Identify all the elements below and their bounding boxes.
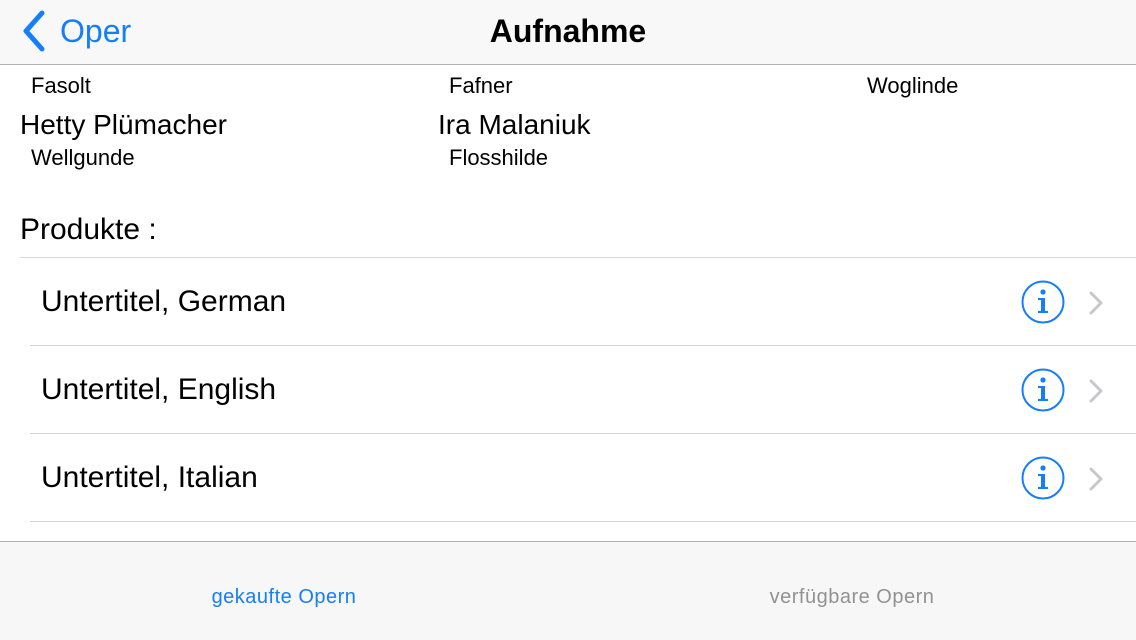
- products-section-header: Produkte :: [20, 213, 157, 246]
- products-list: Untertitel, German Untertitel, English U…: [20, 257, 1136, 522]
- chevron-right-icon: [1089, 379, 1103, 403]
- product-label: Untertitel, Italian: [41, 461, 258, 494]
- tab-bar: gekaufte Opern verfügbare Opern: [0, 541, 1136, 640]
- recording-details-scroll-view[interactable]: Fasolt Fafner Woglinde Hetty Plümacher W…: [0, 0, 1136, 541]
- chevron-right-icon: [1089, 291, 1103, 315]
- cast-singer-name: Ira Malaniuk: [438, 109, 591, 140]
- cast-role-label: Wellgunde: [31, 145, 135, 170]
- product-row-english[interactable]: Untertitel, English: [20, 346, 1136, 434]
- product-row-german[interactable]: Untertitel, German: [20, 258, 1136, 346]
- info-icon[interactable]: [1021, 368, 1065, 412]
- tab-purchased-operas[interactable]: gekaufte Opern: [0, 542, 568, 640]
- cast-role-label: Fafner: [449, 73, 513, 98]
- product-label: Untertitel, English: [41, 373, 277, 406]
- tab-label: verfügbare Opern: [769, 585, 935, 608]
- cast-role-label: Flosshilde: [449, 145, 549, 170]
- info-icon[interactable]: [1021, 280, 1065, 324]
- cast-singer-name: Hetty Plümacher: [20, 109, 227, 140]
- info-icon[interactable]: [1021, 456, 1065, 500]
- app-screen: Fasolt Fafner Woglinde Hetty Plümacher W…: [0, 0, 1136, 640]
- product-label: Untertitel, German: [41, 285, 287, 318]
- cast-role-label: Woglinde: [867, 73, 959, 98]
- tab-available-operas[interactable]: verfügbare Opern: [568, 542, 1136, 640]
- navigation-bar: Oper Aufnahme: [0, 0, 1136, 65]
- tab-label: gekaufte Opern: [211, 585, 357, 608]
- product-row-italian[interactable]: Untertitel, Italian: [20, 434, 1136, 522]
- chevron-right-icon: [1089, 467, 1103, 491]
- cast-role-label: Fasolt: [31, 73, 91, 98]
- page-title: Aufnahme: [489, 13, 647, 49]
